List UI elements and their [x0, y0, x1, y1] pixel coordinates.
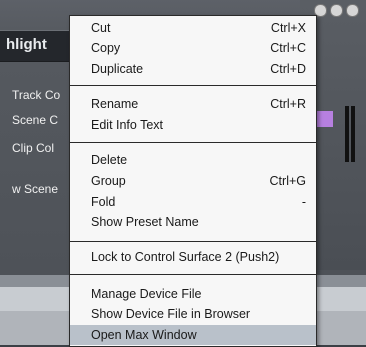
level-meter	[345, 106, 349, 162]
menu-item-fold[interactable]: Fold -	[70, 192, 316, 212]
menu-item-label: Edit Info Text	[91, 118, 164, 132]
power-icon[interactable]	[330, 4, 343, 17]
menu-item-label: Cut	[91, 21, 111, 35]
device-title: hlight	[6, 36, 47, 53]
param-label-track-color: Track Co	[12, 88, 61, 102]
menu-item-manage-device-file[interactable]: Manage Device File	[70, 284, 316, 304]
context-menu: Cut Ctrl+X Copy Ctrl+C Duplicate Ctrl+D …	[69, 15, 317, 347]
menu-item-shortcut: Ctrl+X	[270, 21, 306, 35]
menu-item-group[interactable]: Group Ctrl+G	[70, 171, 316, 191]
menu-item-label: Show Device File in Browser	[91, 307, 251, 321]
menu-item-label: Lock to Control Surface 2 (Push2)	[91, 250, 280, 264]
menu-item-rename[interactable]: Rename Ctrl+R	[70, 94, 316, 114]
menu-item-duplicate[interactable]: Duplicate Ctrl+D	[70, 59, 316, 79]
menu-item-edit-info-text[interactable]: Edit Info Text	[70, 115, 316, 135]
device-title-bar[interactable]: hlight	[0, 30, 80, 62]
menu-item-label: Open Max Window	[91, 328, 197, 342]
menu-item-label: Duplicate	[91, 62, 144, 76]
menu-separator	[70, 241, 316, 242]
menu-item-label: Delete	[91, 153, 128, 167]
menu-item-show-preset-name[interactable]: Show Preset Name	[70, 212, 316, 232]
param-label-show-scene: w Scene	[12, 182, 59, 196]
menu-item-shortcut: Ctrl+R	[270, 97, 306, 111]
menu-item-label: Fold	[91, 195, 116, 209]
menu-item-label: Group	[91, 174, 126, 188]
menu-item-label: Show Preset Name	[91, 215, 199, 229]
menu-item-shortcut: -	[301, 195, 306, 209]
menu-item-delete[interactable]: Delete	[70, 150, 316, 170]
param-label-scene-color: Scene C	[12, 113, 59, 127]
menu-item-shortcut: Ctrl+C	[270, 41, 306, 55]
menu-item-label: Manage Device File	[91, 287, 202, 301]
menu-item-label: Copy	[91, 41, 121, 55]
param-label-clip-color: Clip Col	[12, 141, 55, 155]
menu-item-lock-to-control-surface[interactable]: Lock to Control Surface 2 (Push2)	[70, 247, 316, 267]
menu-item-shortcut: Ctrl+G	[269, 174, 306, 188]
save-icon[interactable]	[346, 4, 359, 17]
menu-separator	[70, 85, 316, 86]
menu-item-label: Rename	[91, 97, 139, 111]
menu-item-cut[interactable]: Cut Ctrl+X	[70, 18, 316, 38]
menu-item-copy[interactable]: Copy Ctrl+C	[70, 38, 316, 58]
menu-item-open-max-window[interactable]: Open Max Window	[70, 325, 316, 345]
menu-item-show-device-file-in-browser[interactable]: Show Device File in Browser	[70, 304, 316, 324]
menu-separator	[70, 142, 316, 143]
menu-item-shortcut: Ctrl+D	[270, 62, 306, 76]
menu-separator	[70, 274, 316, 275]
